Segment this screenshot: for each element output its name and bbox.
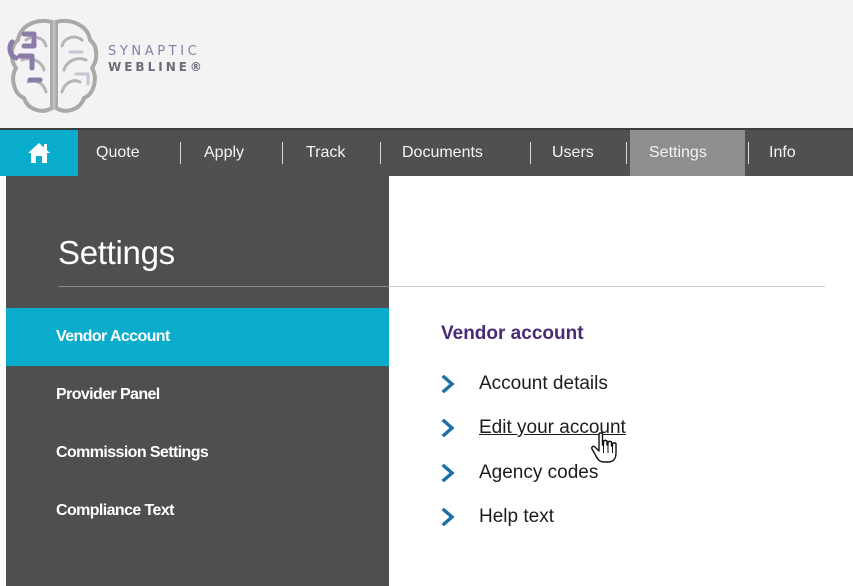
link-label[interactable]: Account details [479,373,608,395]
nav-track[interactable]: Track [306,130,345,176]
nav-separator [748,142,749,164]
nav-users[interactable]: Users [552,130,594,176]
nav-separator [380,142,381,164]
brand-line-2: WEBLINE® [108,60,205,74]
chevron-right-icon [441,370,467,398]
nav-home-button[interactable] [0,130,78,176]
chevron-right-icon [441,503,467,531]
brand-line-1: SYNAPTIC [108,44,201,59]
nav-documents[interactable]: Documents [402,130,483,176]
top-nav: Quote Apply Track Documents Users Settin… [0,128,853,176]
link-label[interactable]: Agency codes [479,462,598,484]
nav-separator [282,142,283,164]
sidebar-item-provider-panel[interactable]: Provider Panel [6,366,389,424]
link-agency-codes[interactable]: Agency codes [441,459,598,487]
nav-apply[interactable]: Apply [204,130,244,176]
home-icon [28,143,50,163]
sidebar-item-commission-settings[interactable]: Commission Settings [6,424,389,482]
content-divider [389,286,825,287]
section-title: Vendor account [441,323,584,344]
link-label[interactable]: Help text [479,506,554,528]
sidebar-item-compliance-text[interactable]: Compliance Text [6,482,389,540]
link-account-details[interactable]: Account details [441,370,608,398]
settings-sidebar: Settings Vendor Account Provider Panel C… [6,176,389,586]
nav-settings[interactable]: Settings [630,130,745,176]
nav-separator [180,142,181,164]
nav-separator [530,142,531,164]
hand-pointer-cursor-icon [591,432,617,463]
chevron-right-icon [441,414,467,442]
site-header: SYNAPTIC WEBLINE® [0,0,853,128]
nav-separator [626,142,627,164]
sidebar-title: Settings [58,234,175,271]
link-help-text[interactable]: Help text [441,503,554,531]
brand-wordmark[interactable]: SYNAPTIC WEBLINE® [108,44,205,75]
nav-info[interactable]: Info [769,130,796,176]
sidebar-divider [58,286,389,287]
brain-logo-icon[interactable] [6,12,102,120]
nav-quote[interactable]: Quote [96,130,140,176]
sidebar-item-vendor-account[interactable]: Vendor Account [6,308,389,366]
chevron-right-icon [441,459,467,487]
